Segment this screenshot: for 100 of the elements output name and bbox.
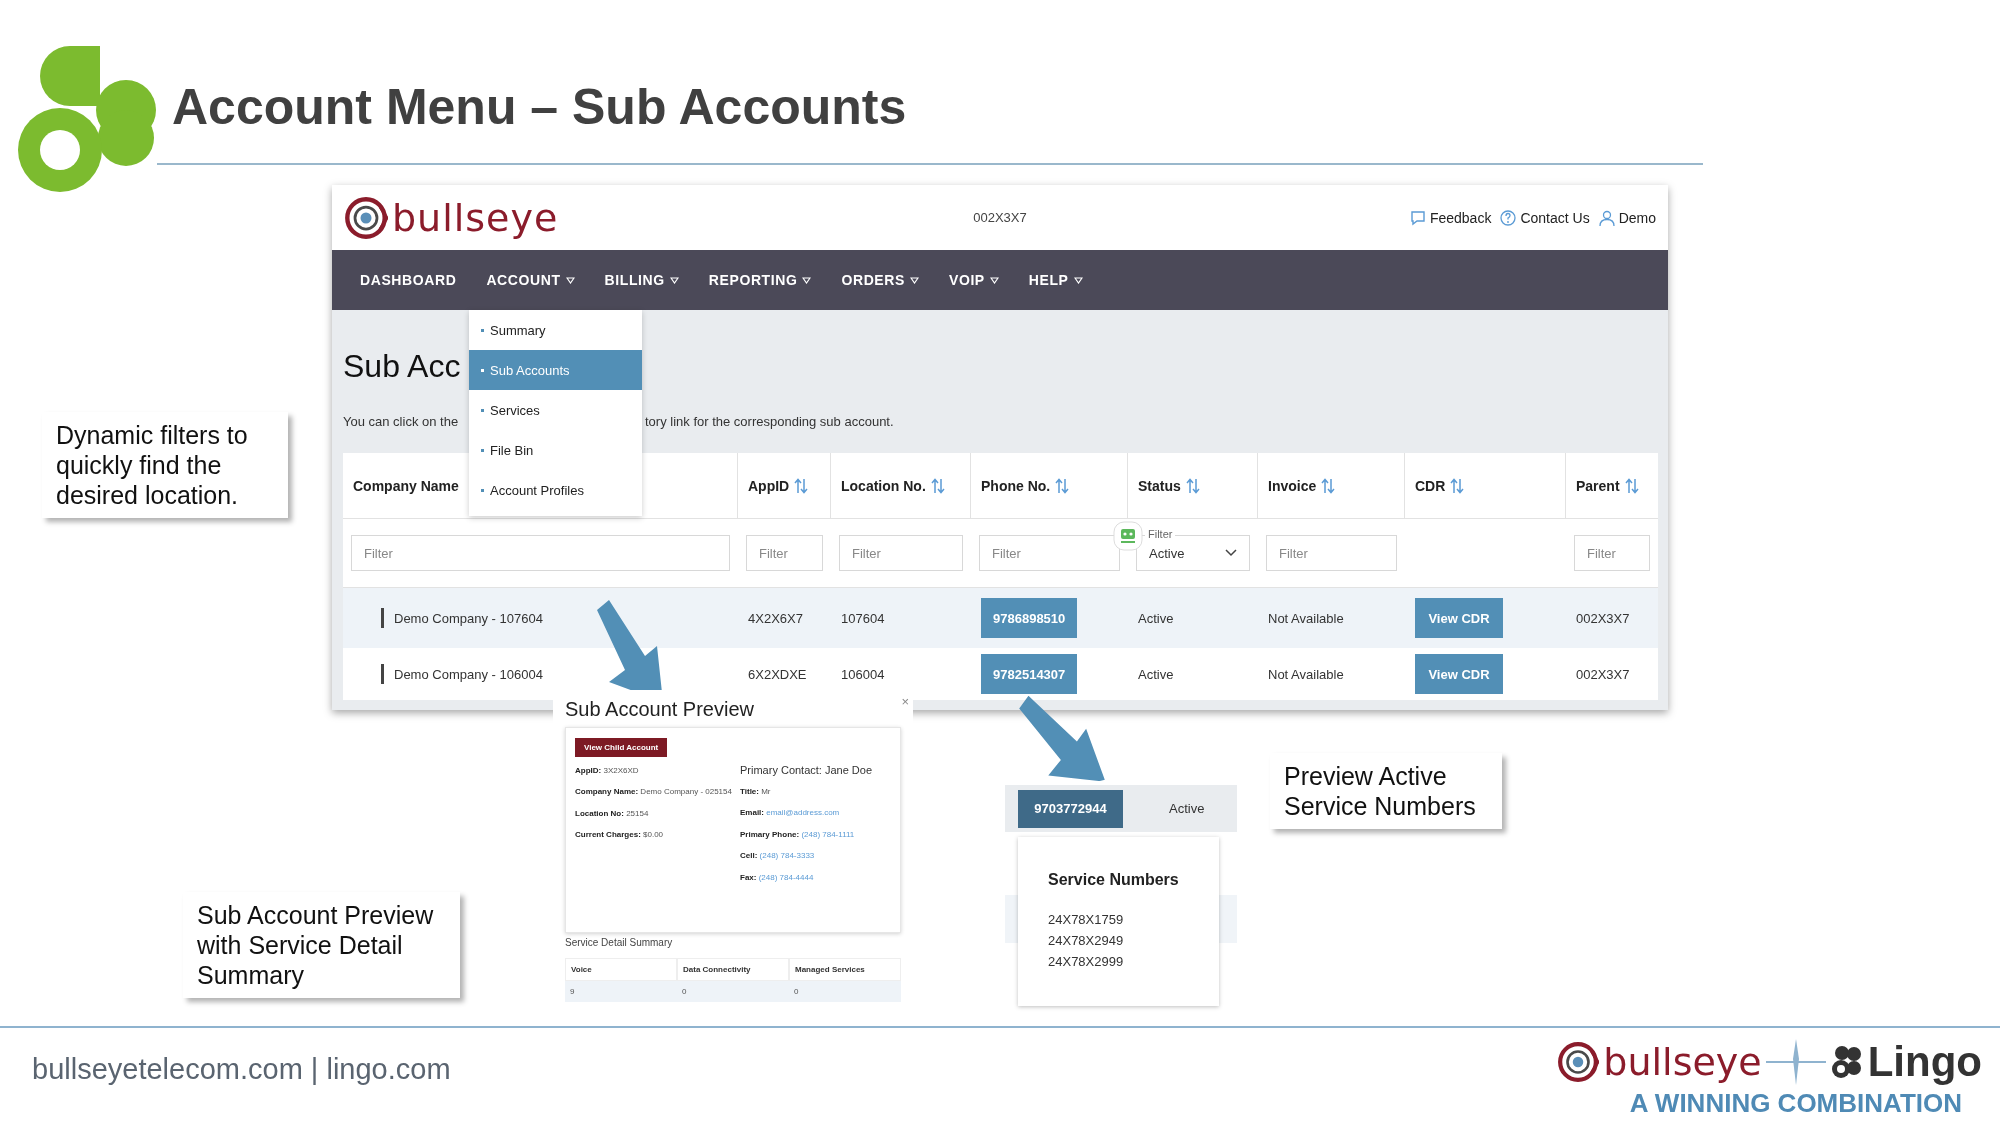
phone-number-button[interactable]: 9703772944 [1018,789,1123,828]
table-cell: 106004 [841,666,885,682]
phone-number-button[interactable]: 9782514307 [981,654,1078,694]
clover-icon [1829,1044,1864,1080]
header-label: Status [1138,477,1181,494]
chat-icon [1408,208,1427,227]
filter-field[interactable]: Filter [351,535,730,571]
filter-field[interactable]: Filter [1266,535,1397,571]
contact-heading: Primary Contact: Jane Doe [740,764,873,776]
header-label: AppID [748,477,790,494]
help-icon [1499,208,1518,227]
nav-item[interactable]: HELP [1028,272,1083,288]
target-logo-icon [344,195,388,240]
table-cell: 4X2X6X7 [748,610,803,626]
service-number: 24X78X2949 [1048,932,1125,950]
header-link[interactable]: Feedback [1408,208,1492,227]
menu-item[interactable]: File Bin [469,430,642,470]
field-value: Mr [761,787,771,796]
header-link[interactable]: Demo [1597,208,1656,227]
field-value: 3X2X6XD [603,766,639,775]
column-header[interactable]: AppID [738,453,831,519]
column-header[interactable]: Invoice [1258,453,1405,519]
column-header[interactable]: Status [1128,453,1258,519]
header-label: CDR [1415,477,1446,494]
field-value: $0.00 [643,830,664,840]
column-header: Data Connectivity [683,965,751,974]
column-header[interactable]: Phone No. [971,453,1128,519]
popup-title: Service Numbers [1048,871,1180,889]
nav-item[interactable]: VOIP [948,272,999,288]
menu-item[interactable]: Services [469,390,642,430]
sort-icon [1185,477,1200,494]
nav-item[interactable]: ORDERS [841,272,919,288]
table-cell: Active [1138,666,1174,682]
filter-field[interactable]: Filter [746,535,823,571]
sort-icon [1055,477,1070,494]
phone-number-button[interactable]: 9786898510 [981,598,1078,638]
field-label: Company Name: [575,787,639,797]
sort-icon [794,477,809,494]
field-label: Primary Phone: [740,829,800,839]
sort-icon [1321,477,1336,494]
menu-item[interactable]: Sub Accounts [469,350,642,390]
filter-field[interactable]: Filter [1574,535,1650,571]
field-label: Fax: [740,872,757,882]
header-label: Location No. [841,477,926,494]
preview-title: Sub Account Preview [565,698,754,721]
column-header: Managed Services [795,965,865,974]
header-label: Company Name [353,477,459,494]
service-number: 24X78X2999 [1048,953,1125,971]
header-label: Parent [1576,477,1620,494]
menu-item[interactable]: Account Profiles [469,470,642,510]
caret-icon [989,276,999,284]
service-number: 24X78X1759 [1048,911,1125,929]
field-label: Title: [740,787,759,796]
field-label: Location No: [575,808,624,818]
view-cdr-button[interactable]: View CDR [1415,654,1503,694]
view-child-account-button[interactable]: View Child Account [575,738,668,757]
column-header[interactable]: Parent [1566,453,1658,519]
filter-field[interactable]: Filter [979,535,1120,571]
column-header[interactable]: CDR [1405,453,1566,519]
description-text: tory link for the corresponding sub account. [645,414,894,429]
field-value: Demo Company - 025154 [640,787,732,797]
header-label: Phone No. [981,477,1051,494]
caret-icon [1073,276,1083,284]
caret-icon [909,276,919,284]
nav-item[interactable]: ACCOUNT [486,272,575,288]
page-title: Sub Acc [343,348,461,386]
table-cell: 0 [682,987,687,996]
header-link[interactable]: Contact Us [1499,208,1590,227]
table-cell: 9 [570,987,575,996]
field-label: AppID: [575,766,602,775]
header-label: Invoice [1268,477,1317,494]
status-text: Active [1169,801,1205,816]
nav-item[interactable]: DASHBOARD [360,272,457,288]
filter-field[interactable]: Filter [839,535,963,571]
callout-box: Dynamic filters to quickly find the desired location. [42,412,288,518]
table-cell: 0 [794,987,799,996]
field-label: Email: [740,808,764,818]
nav-item[interactable]: REPORTING [708,272,812,288]
table-cell: 002X3X7 [1576,610,1630,626]
nav-item[interactable]: BILLING [604,272,679,288]
footer-text: bullseyetelecom.com | lingo.com [32,1053,451,1086]
column-header[interactable]: Location No. [831,453,971,519]
field-label: Cell: [740,851,758,861]
target-logo-icon [1557,1041,1600,1083]
close-button[interactable]: × [901,694,909,709]
table-cell: 107604 [841,610,885,626]
filter-label: Filter [1145,527,1176,541]
slide-title: Account Menu – Sub Accounts [172,78,907,136]
summary-title: Service Detail Summary [565,937,674,948]
view-cdr-button[interactable]: View CDR [1415,598,1503,638]
table-cell: Demo Company - 107604 [394,610,543,626]
sort-icon [930,477,945,494]
table-cell: Not Available [1268,610,1344,626]
table-cell: 6X2XDXE [748,666,807,682]
menu-item[interactable]: Summary [469,310,642,350]
table-cell: 002X3X7 [1576,666,1630,682]
caret-icon [565,276,575,284]
chevron-icon [1225,549,1237,557]
sort-icon [1624,477,1639,494]
field-label: Current Charges: [575,830,641,840]
